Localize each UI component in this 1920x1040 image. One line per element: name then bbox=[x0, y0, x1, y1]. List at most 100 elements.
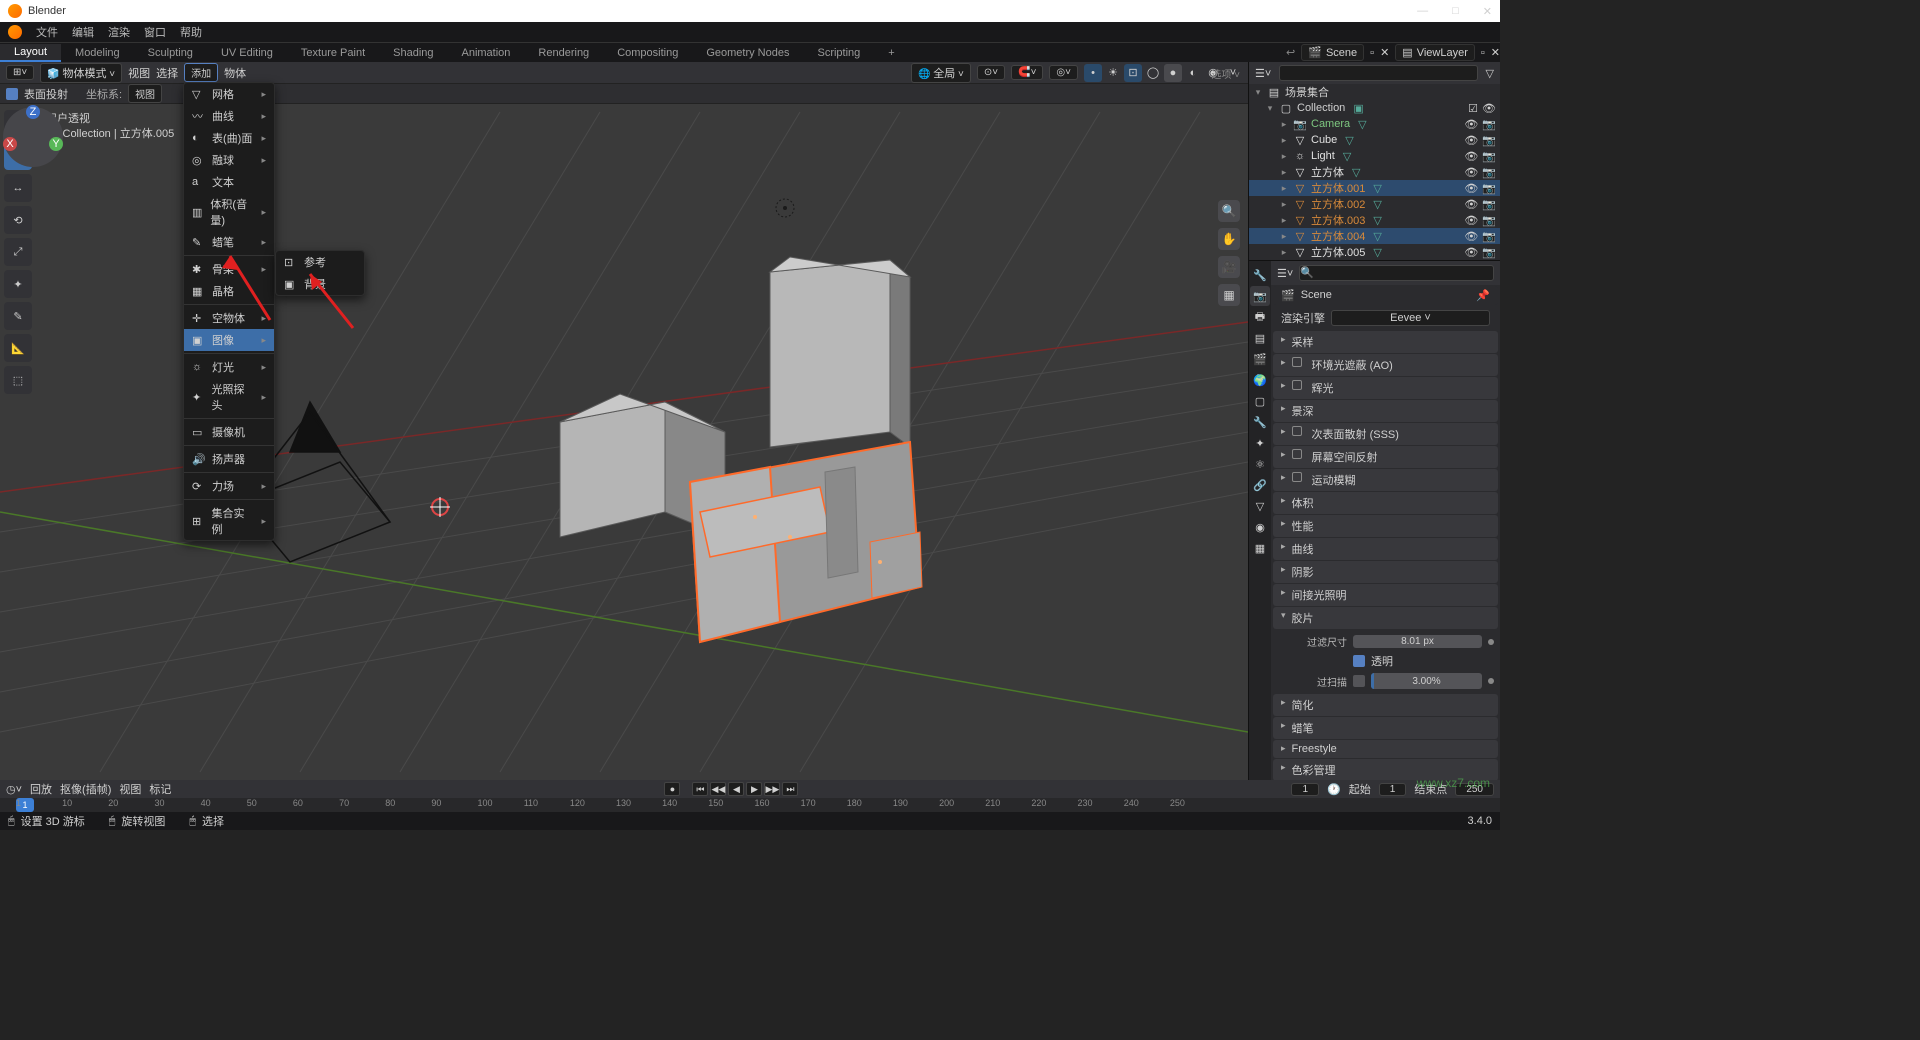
tab-particles-icon[interactable]: ✦ bbox=[1250, 433, 1270, 453]
tab-sculpting[interactable]: Sculpting bbox=[134, 45, 207, 61]
shading-matprev[interactable]: ◐ bbox=[1184, 64, 1202, 82]
scene-field[interactable]: 🎬Scene bbox=[1301, 44, 1364, 61]
panel-阴影[interactable]: ▸阴影 bbox=[1273, 561, 1498, 583]
panel-Freestyle[interactable]: ▸Freestyle bbox=[1273, 740, 1498, 758]
pin-icon[interactable]: 📌 bbox=[1476, 289, 1490, 302]
timeline-view-menu[interactable]: 视图 bbox=[119, 781, 141, 797]
scene-collection-row[interactable]: ▾▤ 场景集合 bbox=[1249, 84, 1500, 100]
tab-material-icon[interactable]: ◉ bbox=[1250, 517, 1270, 537]
blender-icon[interactable] bbox=[8, 25, 22, 39]
prev-key-button[interactable]: ◀◀ bbox=[710, 782, 726, 796]
pan-button[interactable]: ✋ bbox=[1218, 228, 1240, 250]
jump-end-button[interactable]: ⏭ bbox=[782, 782, 798, 796]
panel-次表面散射 (SSS)[interactable]: ▸次表面散射 (SSS) bbox=[1273, 423, 1498, 445]
playback-menu[interactable]: 回放 bbox=[30, 781, 52, 797]
next-key-button[interactable]: ▶▶ bbox=[764, 782, 780, 796]
play-button[interactable]: ▶ bbox=[746, 782, 762, 796]
add-item-蜡笔[interactable]: ✎蜡笔▸ bbox=[184, 231, 274, 253]
persp-ortho-button[interactable]: ▦ bbox=[1218, 284, 1240, 306]
outliner-type-icon[interactable]: ☰˅ bbox=[1255, 67, 1271, 80]
tab-scripting[interactable]: Scripting bbox=[803, 45, 874, 61]
add-item-融球[interactable]: ◎融球▸ bbox=[184, 149, 274, 171]
jump-start-button[interactable]: ⏮ bbox=[692, 782, 708, 796]
panel-间接光照明[interactable]: ▸间接光照明 bbox=[1273, 584, 1498, 606]
image-sub-参考[interactable]: ⊡参考 bbox=[276, 251, 364, 273]
snap-toggle[interactable]: 🧲˅ bbox=[1011, 65, 1043, 80]
tab-modifier-icon[interactable]: 🔧 bbox=[1250, 412, 1270, 432]
menu-file[interactable]: 文件 bbox=[36, 24, 58, 40]
panel-曲线[interactable]: ▸曲线 bbox=[1273, 538, 1498, 560]
outliner-item[interactable]: ▸☼Light▽👁📷 bbox=[1249, 148, 1500, 164]
add-item-空物体[interactable]: ✛空物体▸ bbox=[184, 307, 274, 329]
outliner-search[interactable] bbox=[1279, 65, 1477, 81]
window-close-button[interactable]: ✕ bbox=[1483, 5, 1492, 18]
tab-data-icon[interactable]: ▽ bbox=[1250, 496, 1270, 516]
tab-texture-icon[interactable]: ▦ bbox=[1250, 538, 1270, 558]
add-item-晶格[interactable]: ▦晶格 bbox=[184, 280, 274, 302]
outliner-filter-icon[interactable]: ▽ bbox=[1486, 67, 1494, 80]
scene-new-button[interactable]: ▫ bbox=[1370, 47, 1374, 59]
add-item-体积(音量)[interactable]: ▥体积(音量)▸ bbox=[184, 193, 274, 231]
tab-compositing[interactable]: Compositing bbox=[603, 45, 692, 61]
panel-运动模糊[interactable]: ▸运动模糊 bbox=[1273, 469, 1498, 491]
panel-胶片[interactable]: ▾胶片 bbox=[1273, 607, 1498, 629]
tool-addcube[interactable]: ⬚ bbox=[4, 366, 32, 394]
tab-render-icon[interactable]: 📷 bbox=[1250, 286, 1270, 306]
tab-uv[interactable]: UV Editing bbox=[207, 45, 287, 61]
timeline-type-icon[interactable]: ◷˅ bbox=[6, 783, 22, 796]
collection-row[interactable]: ▾▢ Collection ▣ ☑👁 bbox=[1249, 100, 1500, 116]
menu-window[interactable]: 窗口 bbox=[144, 24, 166, 40]
add-item-光照探头[interactable]: ✦光照探头▸ bbox=[184, 378, 274, 416]
viewlayer-delete-button[interactable]: ✕ bbox=[1491, 46, 1500, 59]
tool-measure[interactable]: 📐 bbox=[4, 334, 32, 362]
menu-render[interactable]: 渲染 bbox=[108, 24, 130, 40]
tab-layout[interactable]: Layout bbox=[0, 44, 61, 62]
tab-physics-icon[interactable]: ⚛ bbox=[1250, 454, 1270, 474]
menu-help[interactable]: 帮助 bbox=[180, 24, 202, 40]
viewlayer-new-button[interactable]: ▫ bbox=[1481, 47, 1485, 59]
tab-shading[interactable]: Shading bbox=[379, 45, 447, 61]
props-search[interactable]: 🔍 bbox=[1299, 265, 1494, 281]
tool-annotate[interactable]: ✎ bbox=[4, 302, 32, 330]
window-minimize-button[interactable]: — bbox=[1417, 5, 1428, 18]
proportional-toggle[interactable]: ◎˅ bbox=[1049, 65, 1078, 80]
tab-rendering[interactable]: Rendering bbox=[524, 45, 603, 61]
surface-project-checkbox[interactable] bbox=[6, 88, 18, 100]
tool-rotate[interactable]: ⟲ bbox=[4, 206, 32, 234]
pivot-dropdown[interactable]: ⊙˅ bbox=[977, 65, 1005, 80]
clock-icon[interactable]: 🕐 bbox=[1327, 783, 1341, 796]
tab-constraints-icon[interactable]: 🔗 bbox=[1250, 475, 1270, 495]
tab-scene-icon[interactable]: 🎬 bbox=[1250, 349, 1270, 369]
mode-dropdown[interactable]: 🧊 物体模式 ˅ bbox=[40, 63, 122, 83]
add-item-图像[interactable]: ▣图像▸ bbox=[184, 329, 274, 351]
autokey-toggle[interactable]: ● bbox=[664, 782, 680, 796]
panel-体积[interactable]: ▸体积 bbox=[1273, 492, 1498, 514]
tool-transform[interactable]: ✦ bbox=[4, 270, 32, 298]
orientation-dropdown[interactable]: 🌐 全局 ˅ bbox=[911, 63, 971, 83]
current-frame-field[interactable]: 1 bbox=[1291, 783, 1319, 796]
camera-view-button[interactable]: 🎥 bbox=[1218, 256, 1240, 278]
props-type-icon[interactable]: ☰˅ bbox=[1277, 267, 1293, 280]
view-menu[interactable]: 视图 bbox=[128, 65, 150, 81]
zoom-button[interactable]: 🔍 bbox=[1218, 200, 1240, 222]
tab-viewlayer-icon[interactable]: ▤ bbox=[1250, 328, 1270, 348]
tab-anim[interactable]: Animation bbox=[448, 45, 525, 61]
gizmo-toggle[interactable]: • bbox=[1084, 64, 1102, 82]
coord-dropdown[interactable]: 视图 bbox=[128, 84, 162, 103]
tool-scale[interactable]: ⤢ bbox=[4, 238, 32, 266]
image-sub-背景[interactable]: ▣背景 bbox=[276, 273, 364, 295]
start-frame-field[interactable]: 1 bbox=[1379, 783, 1407, 796]
play-rev-button[interactable]: ◀ bbox=[728, 782, 744, 796]
render-engine-dropdown[interactable]: Eevee ˅ bbox=[1331, 310, 1490, 326]
viewlayer-field[interactable]: ▤ViewLayer bbox=[1395, 44, 1475, 61]
tab-texpaint[interactable]: Texture Paint bbox=[287, 45, 379, 61]
panel-屏幕空间反射[interactable]: ▸屏幕空间反射 bbox=[1273, 446, 1498, 468]
tab-world-icon[interactable]: 🌍 bbox=[1250, 370, 1270, 390]
window-maximize-button[interactable]: □ bbox=[1452, 5, 1459, 18]
editor-type-dropdown[interactable]: ⊞˅ bbox=[6, 65, 34, 80]
add-item-灯光[interactable]: ☼灯光▸ bbox=[184, 356, 274, 378]
panel-景深[interactable]: ▸景深 bbox=[1273, 400, 1498, 422]
outliner-item[interactable]: ▸▽Cube▽👁📷 bbox=[1249, 132, 1500, 148]
tab-modeling[interactable]: Modeling bbox=[61, 45, 134, 61]
outliner-item[interactable]: ▸📷Camera▽👁📷 bbox=[1249, 116, 1500, 132]
